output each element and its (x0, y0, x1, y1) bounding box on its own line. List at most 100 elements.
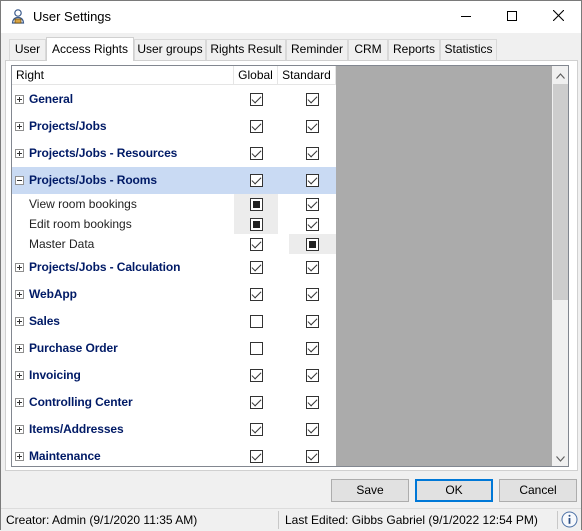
expand-icon[interactable] (15, 122, 24, 131)
rights-group-row[interactable]: General (12, 86, 336, 113)
expand-icon[interactable] (15, 95, 24, 104)
status-divider (278, 511, 279, 529)
column-header-global[interactable]: Global (234, 66, 278, 85)
rights-group-label: Purchase Order (29, 341, 118, 355)
global-cell (234, 113, 278, 140)
global-checkbox[interactable] (249, 315, 263, 328)
cancel-button[interactable]: Cancel (499, 479, 577, 502)
standard-checkbox[interactable] (306, 237, 319, 251)
column-header-standard[interactable]: Standard (278, 66, 336, 85)
tab-reports[interactable]: Reports (388, 39, 440, 60)
status-divider (557, 511, 558, 529)
tab-crm[interactable]: CRM (348, 39, 388, 60)
rights-group-row[interactable]: Controlling Center (12, 389, 336, 416)
rights-item-row[interactable]: Edit room bookings (12, 214, 336, 234)
vertical-scrollbar[interactable] (552, 66, 568, 466)
expand-icon[interactable] (15, 398, 24, 407)
expand-icon[interactable] (15, 263, 24, 272)
tab-user-groups[interactable]: User groups (134, 39, 206, 60)
global-checkbox[interactable] (249, 396, 263, 409)
minimize-icon (461, 10, 471, 24)
global-checkbox[interactable] (249, 217, 263, 231)
standard-checkbox[interactable] (306, 174, 319, 187)
expand-icon[interactable] (15, 290, 24, 299)
chevron-down-icon (556, 451, 565, 465)
standard-checkbox[interactable] (306, 197, 319, 211)
standard-checkbox[interactable] (306, 93, 319, 106)
global-checkbox[interactable] (249, 450, 263, 463)
rights-group-row[interactable]: Sales (12, 308, 336, 335)
collapse-icon[interactable] (15, 176, 24, 185)
global-cell (234, 362, 278, 389)
global-checkbox[interactable] (249, 261, 263, 274)
standard-checkbox[interactable] (306, 120, 319, 133)
rights-group-row[interactable]: WebApp (12, 281, 336, 308)
grid-header: Right Global Standard (12, 66, 336, 85)
creator-status: Creator: Admin (9/1/2020 11:35 AM) (6, 513, 198, 527)
standard-checkbox[interactable] (306, 288, 319, 301)
maximize-button[interactable] (489, 1, 535, 32)
rights-item-row[interactable]: Master Data (12, 234, 336, 254)
standard-checkbox[interactable] (306, 315, 319, 328)
tab-access-rights[interactable]: Access Rights (46, 37, 134, 61)
standard-checkbox[interactable] (306, 261, 319, 274)
global-checkbox[interactable] (249, 369, 263, 382)
tab-reminder[interactable]: Reminder (286, 39, 348, 60)
rights-group-row[interactable]: Invoicing (12, 362, 336, 389)
standard-cell (289, 308, 336, 335)
rights-group-row[interactable]: Items/Addresses (12, 416, 336, 443)
tab-rights-result[interactable]: Rights Result (206, 39, 286, 60)
scroll-down-button[interactable] (552, 449, 568, 466)
standard-cell (289, 362, 336, 389)
global-checkbox[interactable] (249, 342, 263, 355)
scroll-up-button[interactable] (552, 66, 568, 83)
column-header-right[interactable]: Right (12, 66, 234, 85)
expand-icon[interactable] (15, 149, 24, 158)
standard-checkbox[interactable] (306, 423, 319, 436)
global-checkbox[interactable] (249, 93, 263, 106)
scroll-thumb[interactable] (553, 84, 568, 300)
rights-group-row[interactable]: Purchase Order (12, 335, 336, 362)
global-checkbox[interactable] (249, 423, 263, 436)
rights-group-label: Items/Addresses (29, 422, 124, 436)
global-checkbox[interactable] (249, 147, 263, 160)
global-checkbox[interactable] (249, 237, 263, 251)
standard-checkbox[interactable] (306, 369, 319, 382)
rights-group-row[interactable]: Projects/Jobs - Rooms (12, 167, 336, 194)
standard-cell (289, 281, 336, 308)
info-icon[interactable] (561, 511, 578, 528)
ok-button[interactable]: OK (415, 479, 493, 502)
standard-checkbox[interactable] (306, 396, 319, 409)
global-checkbox[interactable] (249, 288, 263, 301)
rights-group-row[interactable]: Projects/Jobs (12, 113, 336, 140)
expand-icon[interactable] (15, 425, 24, 434)
rights-group-label: Projects/Jobs (29, 119, 107, 133)
expand-icon[interactable] (15, 371, 24, 380)
standard-checkbox[interactable] (306, 147, 319, 160)
standard-checkbox[interactable] (306, 342, 319, 355)
global-checkbox[interactable] (249, 174, 263, 187)
rights-group-row[interactable]: Projects/Jobs - Calculation (12, 254, 336, 281)
standard-checkbox[interactable] (306, 217, 319, 231)
tab-statistics[interactable]: Statistics (440, 39, 497, 60)
tab-user[interactable]: User (9, 39, 46, 60)
save-button[interactable]: Save (331, 479, 409, 502)
rights-group-row[interactable]: Maintenance (12, 443, 336, 466)
close-button[interactable] (535, 1, 581, 32)
rights-group-label: Projects/Jobs - Calculation (29, 260, 181, 274)
expand-icon[interactable] (15, 344, 24, 353)
global-checkbox[interactable] (249, 120, 263, 133)
global-cell (234, 86, 278, 113)
rights-group-row[interactable]: Projects/Jobs - Resources (12, 140, 336, 167)
title-bar[interactable]: User Settings (1, 1, 581, 33)
standard-checkbox[interactable] (306, 450, 319, 463)
expand-icon[interactable] (15, 452, 24, 461)
global-cell (234, 140, 278, 167)
access-rights-grid[interactable]: Right Global Standard General Projects/Jo… (11, 65, 569, 467)
minimize-button[interactable] (443, 1, 489, 32)
rights-item-row[interactable]: View room bookings (12, 194, 336, 214)
expand-icon[interactable] (15, 317, 24, 326)
global-checkbox[interactable] (249, 197, 263, 211)
global-cell (234, 194, 278, 214)
global-cell (234, 254, 278, 281)
